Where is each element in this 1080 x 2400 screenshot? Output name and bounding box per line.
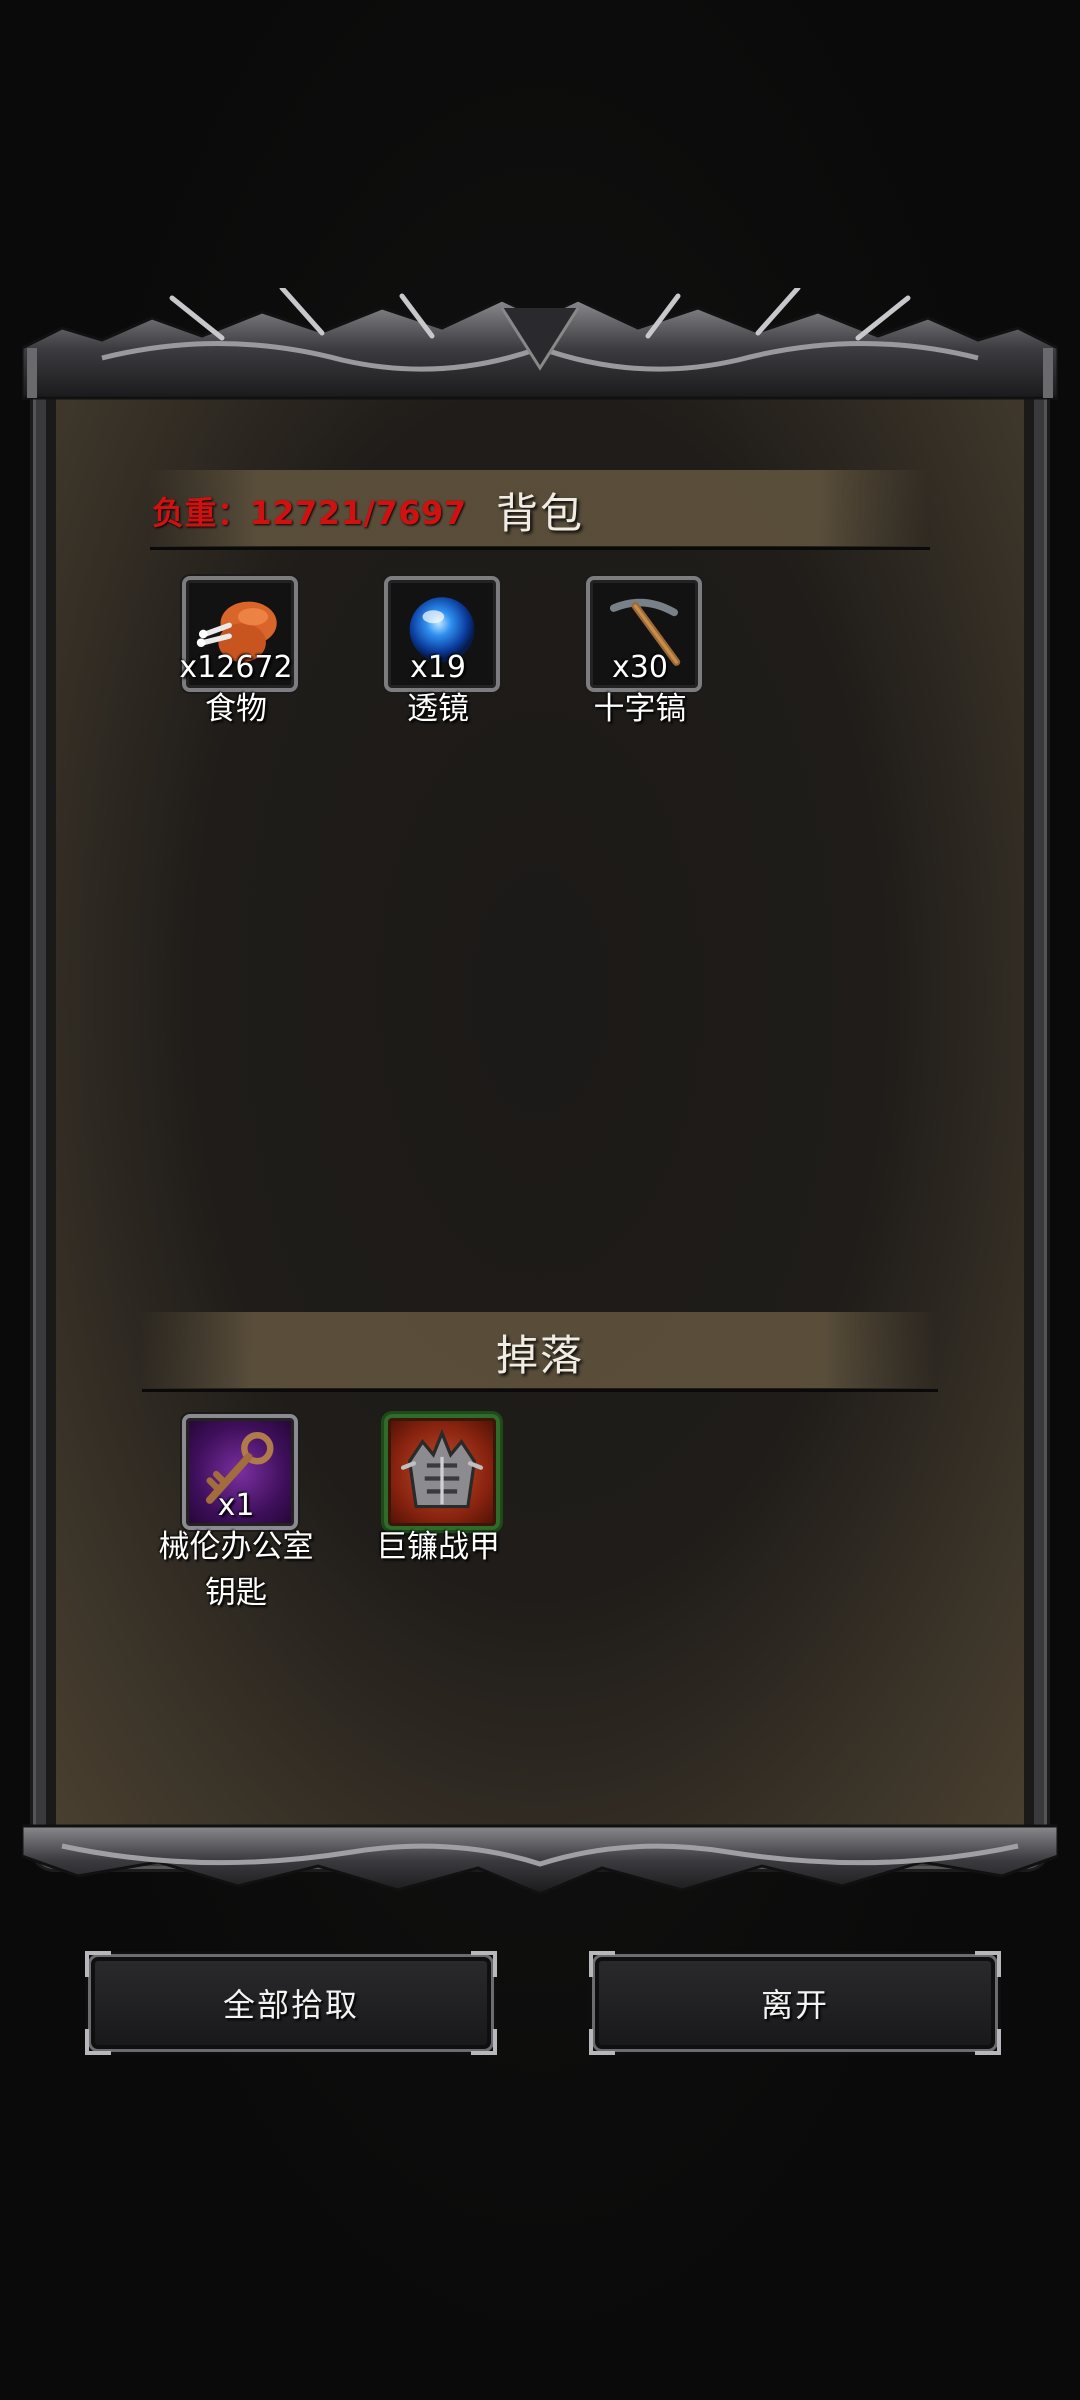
backpack-item-pickaxe[interactable]: x30 十字镐 bbox=[570, 576, 710, 727]
item-count: x30 bbox=[612, 650, 668, 685]
backpack-item-lens[interactable]: x19 透镜 bbox=[368, 576, 508, 727]
loot-screen: 负重：12721/7697 背包 x12672 食物 x19 透镜 x30 十字… bbox=[0, 0, 1080, 2400]
button-corner bbox=[975, 1951, 1001, 1977]
frame-ornament-top bbox=[22, 288, 1058, 400]
pick-all-label: 全部拾取 bbox=[222, 1986, 359, 2024]
button-corner bbox=[85, 1951, 111, 1977]
backpack-header-divider bbox=[150, 547, 930, 550]
pick-all-button[interactable]: 全部拾取 bbox=[85, 1951, 497, 2055]
drops-header-divider bbox=[142, 1389, 938, 1392]
item-count: x12672 bbox=[179, 650, 293, 685]
item-name: 十字镐 bbox=[593, 691, 687, 727]
button-corner bbox=[589, 1951, 615, 1977]
frame-ornament-bottom bbox=[22, 1824, 1058, 1896]
button-corner bbox=[471, 1951, 497, 1977]
button-corner bbox=[589, 2029, 615, 2055]
spiked-armor-icon bbox=[400, 1428, 484, 1509]
drop-item-armor[interactable]: 巨镰战甲 bbox=[368, 1414, 508, 1565]
drop-item-key[interactable]: x1 械伦办公室 钥匙 bbox=[159, 1414, 314, 1611]
drops-title: 掉落 bbox=[496, 1331, 585, 1380]
item-count: x19 bbox=[410, 650, 466, 685]
item-slot bbox=[384, 1414, 500, 1530]
backpack-item-food[interactable]: x12672 食物 bbox=[166, 576, 306, 727]
button-corner bbox=[471, 2029, 497, 2055]
item-name: 巨镰战甲 bbox=[376, 1529, 500, 1565]
leave-label: 离开 bbox=[760, 1986, 829, 2024]
button-corner bbox=[975, 2029, 1001, 2055]
button-corner bbox=[85, 2029, 111, 2055]
item-name-line: 钥匙 bbox=[205, 1575, 267, 1611]
leave-button[interactable]: 离开 bbox=[589, 1951, 1001, 2055]
backpack-title: 背包 bbox=[496, 489, 585, 538]
item-count: x1 bbox=[217, 1488, 255, 1523]
carry-weight: 负重：12721/7697 bbox=[152, 494, 467, 532]
